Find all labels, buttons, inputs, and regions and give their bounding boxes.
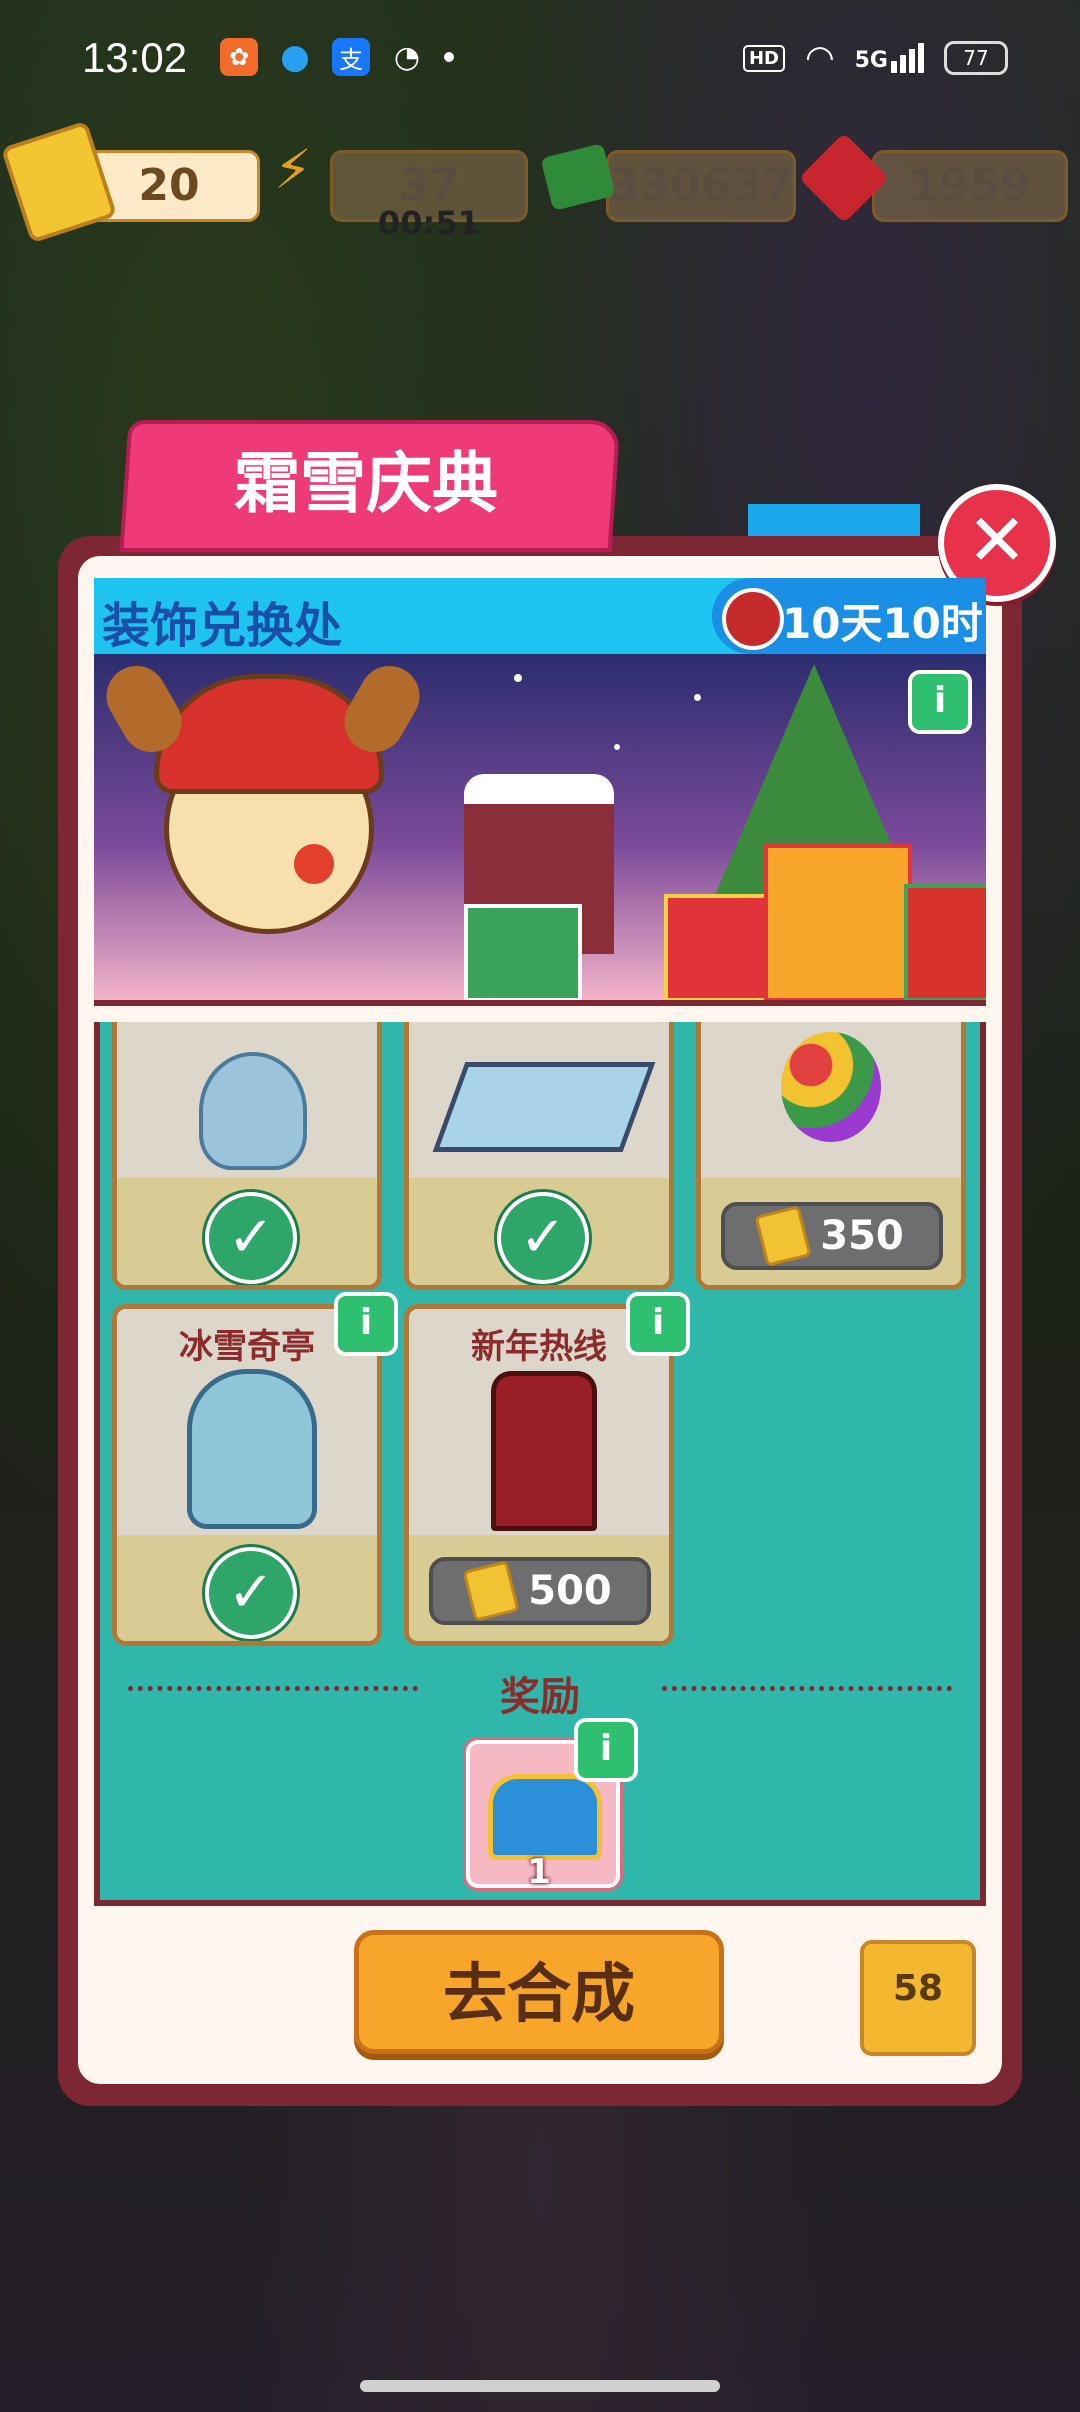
energy-bolt-icon: ⚡ xyxy=(274,138,312,201)
wifi-icon: ◠ xyxy=(804,38,835,78)
notification-icons: ✿ ● 支 ◔ xyxy=(220,37,454,77)
item-icon xyxy=(187,1369,317,1529)
reward-count: 1 xyxy=(527,1852,551,1892)
reward-label: 奖励 xyxy=(500,1674,580,1720)
time-left: 10天10时 xyxy=(782,599,983,648)
item-card[interactable]: ✓ xyxy=(404,1022,674,1290)
gift-box xyxy=(764,844,912,1000)
app-notification-icon: ✿ xyxy=(220,38,258,76)
qq-icon: ● xyxy=(280,37,310,77)
price-value: 350 xyxy=(820,1213,904,1259)
system-icons: HD ◠ 5G 77 xyxy=(742,38,1008,78)
price-button[interactable]: 350 xyxy=(721,1202,943,1270)
status-bar: 13:02 ✿ ● 支 ◔ HD ◠ 5G 77 xyxy=(0,0,1080,120)
reward-info-button[interactable]: i xyxy=(574,1718,638,1782)
energy-timer: 00:51 xyxy=(378,204,480,242)
event-banner xyxy=(94,654,986,1006)
owned-check-icon: ✓ xyxy=(497,1192,589,1284)
item-card[interactable]: 350 xyxy=(696,1022,966,1290)
tab-decoration xyxy=(748,504,920,540)
price-button[interactable]: 500 xyxy=(429,1557,651,1625)
red-nose xyxy=(294,844,334,884)
cash-counter[interactable]: 330637 xyxy=(606,150,796,222)
alipay-icon: 支 xyxy=(332,38,370,76)
more-notifications-dot xyxy=(444,52,454,62)
event-title: 霜雪庆典 xyxy=(234,445,498,522)
battery-icon: 77 xyxy=(944,41,1008,75)
item-info-button[interactable]: i xyxy=(334,1292,398,1356)
hd-icon: HD xyxy=(742,44,785,72)
price-value: 500 xyxy=(528,1568,612,1614)
gem-counter[interactable]: 1959 xyxy=(872,150,1068,222)
item-icon xyxy=(432,1062,656,1152)
signal-icon: 5G xyxy=(855,43,924,73)
owned-check-icon: ✓ xyxy=(205,1547,297,1639)
wechat-icon: ◔ xyxy=(393,39,421,75)
treasure-chest-icon xyxy=(488,1774,602,1860)
section-title: 装饰兑换处 xyxy=(102,598,343,654)
item-icon xyxy=(199,1052,307,1170)
network-label: 5G xyxy=(854,48,888,73)
item-info-button[interactable]: i xyxy=(626,1292,690,1356)
item-card[interactable]: ✓ xyxy=(112,1022,382,1290)
owned-check-icon: ✓ xyxy=(205,1192,297,1284)
clock-icon xyxy=(722,588,784,650)
gift-box xyxy=(464,904,582,1000)
item-icon xyxy=(781,1032,881,1142)
go-merge-button[interactable]: 去合成 xyxy=(354,1930,724,2054)
status-time: 13:02 xyxy=(82,34,188,81)
ticket-icon xyxy=(754,1205,812,1267)
trophy-count: 58 xyxy=(892,1968,944,2009)
banner-info-button[interactable]: i xyxy=(908,670,972,734)
item-icon xyxy=(491,1371,597,1531)
gift-box xyxy=(904,884,986,1000)
home-indicator[interactable] xyxy=(360,2380,720,2392)
ticket-icon xyxy=(462,1560,520,1622)
